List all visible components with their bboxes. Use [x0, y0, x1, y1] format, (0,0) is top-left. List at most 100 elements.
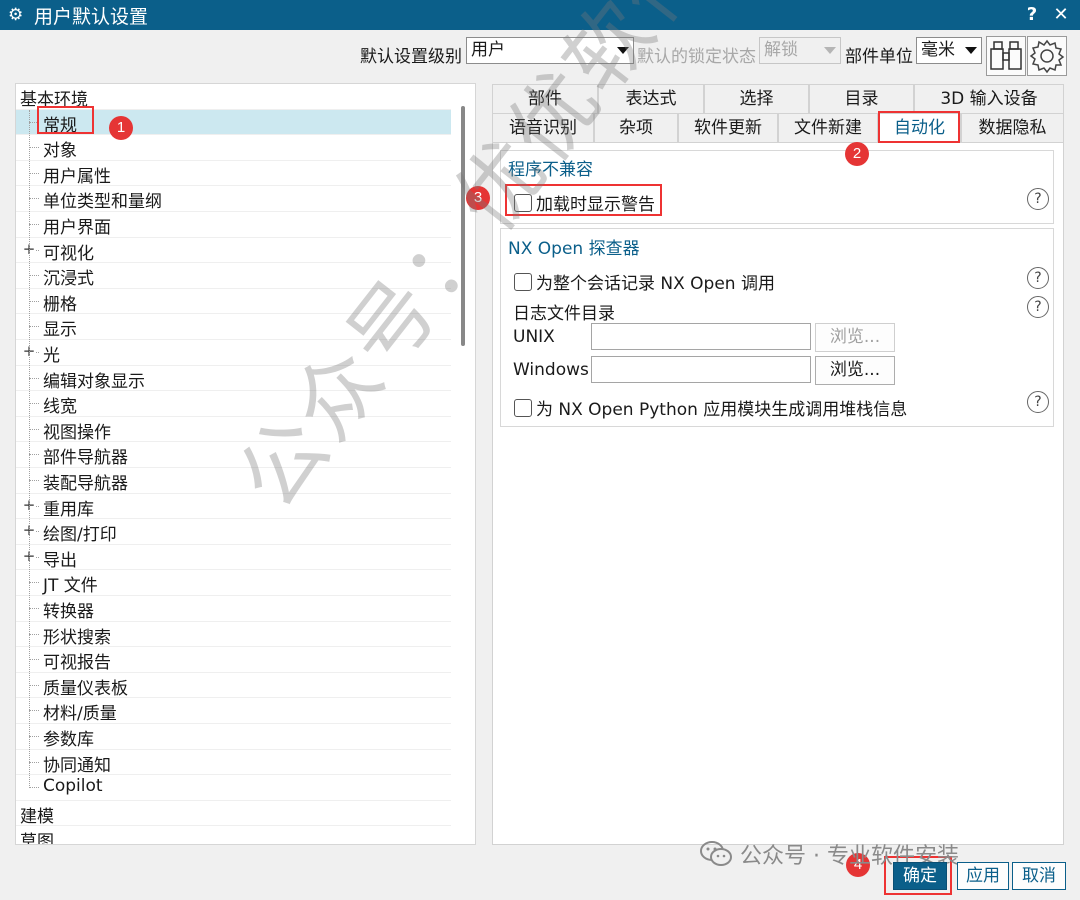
tree-item[interactable]: 线宽 [16, 391, 451, 417]
checkbox-box[interactable] [514, 398, 532, 417]
tree-item[interactable]: 可视报告 [16, 647, 451, 673]
tab-row1-4[interactable]: 3D 输入设备 [914, 84, 1064, 114]
tree-item-label: 栅格 [43, 294, 77, 315]
lock-state-select[interactable]: 解锁 [759, 37, 841, 64]
tree-item[interactable]: 质量仪表板 [16, 673, 451, 699]
tree-item[interactable]: 用户属性 [16, 161, 451, 187]
tree-connector [29, 454, 39, 456]
tree-item[interactable]: + 重用库 [16, 494, 451, 520]
annotation-badge-3: 3 [466, 186, 490, 210]
tab-row2-1[interactable]: 杂项 [594, 113, 678, 143]
chevron-down-icon [965, 47, 977, 54]
tree-connector [29, 633, 39, 635]
part-unit-select[interactable]: 毫米 [916, 37, 982, 64]
chevron-down-icon [824, 47, 836, 54]
help-button[interactable]: ? [1019, 2, 1045, 28]
tab-row2-5[interactable]: 数据隐私 [961, 113, 1064, 143]
unix-path-input[interactable] [591, 323, 811, 350]
tree-item[interactable]: + 光 [16, 340, 451, 366]
settings-gear-icon [1029, 39, 1065, 74]
tree-connector [29, 147, 39, 149]
annotation-badge-4: 4 [846, 853, 870, 877]
tree-item-label: 光 [43, 346, 60, 366]
settings-button[interactable] [1027, 36, 1067, 76]
tree-item[interactable]: 栅格 [16, 289, 451, 315]
toolbar: 默认设置级别 用户 默认的锁定状态 解锁 部件单位 毫米 [0, 30, 1080, 82]
tree-category[interactable]: 草图 [16, 826, 451, 845]
unix-browse-button[interactable]: 浏览... [815, 323, 895, 352]
tree-item[interactable]: 编辑对象显示 [16, 366, 451, 392]
tree-connector [29, 787, 39, 789]
windows-label: Windows [513, 360, 589, 380]
binoculars-icon [990, 41, 1022, 70]
tree-item[interactable]: 视图操作 [16, 417, 451, 443]
lock-state-value: 解锁 [764, 40, 798, 60]
part-unit-label: 部件单位 [845, 47, 913, 67]
default-level-select[interactable]: 用户 [466, 37, 634, 64]
tree-item-label: 可视报告 [43, 653, 111, 674]
tree-category[interactable]: 建模 [16, 801, 451, 827]
binoculars-button[interactable] [986, 36, 1026, 76]
record-nx-open-calls-checkbox[interactable]: 为整个会话记录 NX Open 调用 [514, 269, 775, 294]
tree-item[interactable]: JT 文件 [16, 570, 451, 596]
tab-row2-0[interactable]: 语音识别 [492, 113, 594, 143]
windows-browse-button[interactable]: 浏览... [815, 356, 895, 385]
checkbox-label: 为 NX Open Python 应用模块生成调用堆栈信息 [536, 400, 908, 420]
tree-connector [29, 403, 39, 405]
tree-item-label: 转换器 [43, 602, 94, 622]
tree-item[interactable]: + 绘图/打印 [16, 519, 451, 545]
python-call-stack-checkbox[interactable]: 为 NX Open Python 应用模块生成调用堆栈信息 [514, 395, 907, 420]
tab-row1-2[interactable]: 选择 [704, 84, 809, 114]
tree-item[interactable]: 材料/质量 [16, 698, 451, 724]
part-unit-value: 毫米 [921, 40, 955, 60]
tree-item[interactable]: 装配导航器 [16, 468, 451, 494]
tree-item[interactable]: 参数库 [16, 724, 451, 750]
default-level-label: 默认设置级别 [360, 47, 462, 67]
tree-item[interactable]: 协同通知 [16, 750, 451, 776]
tree-item-label: 部件导航器 [43, 448, 128, 469]
tree-item[interactable]: Copilot [16, 775, 451, 801]
log-dir-label: 日志文件目录 [513, 304, 615, 324]
tree-item[interactable]: 转换器 [16, 596, 451, 622]
tree-scrollbar[interactable] [461, 106, 465, 346]
tab-row2-2[interactable]: 软件更新 [678, 113, 778, 143]
tree-item[interactable]: 用户界面 [16, 212, 451, 238]
tree-item-label: 显示 [43, 320, 77, 341]
tree-item-label: 用户属性 [43, 166, 111, 187]
settings-tree: 基本环境 常规 对象 用户属性 单位类型和量纲 用户界面 + 可视化 沉浸式 栅格 显示 + 光编辑对象… [15, 83, 476, 845]
help-icon[interactable]: ? [1027, 296, 1049, 318]
tree-item[interactable]: + 导出 [16, 545, 451, 571]
tab-row1-0[interactable]: 部件 [492, 84, 598, 114]
tree-item[interactable]: 形状搜索 [16, 622, 451, 648]
annotation-box-warning-checkbox [505, 184, 662, 216]
tree-item-label: 可视化 [43, 243, 94, 264]
windows-path-input[interactable] [591, 356, 811, 383]
tree-item-label: 草图 [20, 832, 54, 845]
tree-item[interactable]: 对象 [16, 135, 451, 161]
tab-row1-1[interactable]: 表达式 [598, 84, 704, 114]
help-icon[interactable]: ? [1027, 188, 1049, 210]
cancel-button[interactable]: 取消 [1012, 862, 1066, 890]
tree-item[interactable]: + 可视化 [16, 238, 451, 264]
tree-connector [29, 736, 39, 737]
help-icon[interactable]: ? [1027, 267, 1049, 289]
checkbox-box[interactable] [514, 272, 532, 291]
tree-connector [29, 377, 39, 379]
tree-connector [29, 480, 39, 481]
tree-connector [29, 224, 39, 225]
tree-connector [29, 172, 39, 174]
tree-item-label: 视图操作 [43, 422, 111, 443]
apply-button[interactable]: 应用 [957, 862, 1009, 890]
tree-item[interactable]: 部件导航器 [16, 442, 451, 468]
ok-button[interactable]: 确定 [893, 862, 947, 890]
tree-item[interactable]: 显示 [16, 314, 451, 340]
tab-row2-3[interactable]: 文件新建 [778, 113, 878, 143]
title-bar: ⚙ 用户默认设置 ? ✕ [0, 0, 1080, 30]
tree-connector [29, 326, 39, 328]
tree-item[interactable]: 沉浸式 [16, 263, 451, 289]
close-button[interactable]: ✕ [1048, 2, 1074, 28]
tree-connector [29, 684, 39, 686]
tree-item[interactable]: 单位类型和量纲 [16, 186, 451, 212]
tab-row1-3[interactable]: 目录 [809, 84, 914, 114]
help-icon[interactable]: ? [1027, 391, 1049, 413]
